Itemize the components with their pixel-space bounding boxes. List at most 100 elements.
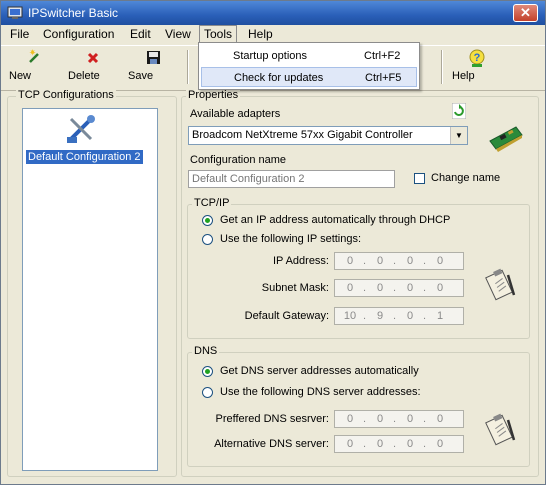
list-item[interactable]: Default Configuration 2 (26, 150, 143, 164)
network-card-icon (489, 126, 523, 152)
configuration-list[interactable]: Default Configuration 2 (22, 108, 158, 471)
check-updates-shortcut: Ctrl+F5 (365, 72, 402, 84)
change-name-checkbox[interactable] (414, 173, 425, 184)
available-adapters-label: Available adapters (190, 108, 281, 120)
static-ip-label: Use the following IP settings: (220, 233, 362, 245)
alternative-dns-field[interactable]: 0 . 0 . 0 . 0 (334, 435, 464, 453)
octet: 0 (436, 255, 444, 267)
tcpip-title: TCP/IP (192, 197, 232, 209)
octet: 0 (346, 413, 354, 425)
configuration-name-field[interactable] (188, 170, 395, 188)
close-button[interactable]: ✕ (513, 4, 538, 22)
app-icon (7, 6, 23, 19)
window-title: IPSwitcher Basic (28, 6, 119, 20)
octet: 0 (436, 438, 444, 450)
octet: 0 (376, 438, 384, 450)
octet-dot: . (423, 255, 427, 267)
app-window: IPSwitcher Basic ✕ File Configuration Ed… (0, 0, 546, 485)
octet: 0 (376, 413, 384, 425)
octet-dot: . (393, 310, 397, 322)
octet: 0 (346, 282, 354, 294)
octet-dot: . (423, 310, 427, 322)
dns-auto-label: Get DNS server addresses automatically (220, 365, 419, 377)
help-button[interactable]: ? Help (452, 48, 502, 88)
octet: 0 (376, 282, 384, 294)
ip-address-field[interactable]: 0 . 0 . 0 . 0 (334, 252, 464, 270)
tools-dropdown-menu: Startup options Ctrl+F2 Check for update… (198, 42, 420, 90)
octet-dot: . (363, 438, 367, 450)
octet: 0 (406, 438, 414, 450)
menu-item-check-for-updates[interactable]: Check for updates Ctrl+F5 (201, 67, 417, 87)
configuration-name-label: Configuration name (190, 154, 287, 166)
octet: 0 (406, 255, 414, 267)
dns-title: DNS (192, 345, 220, 357)
tcp-configurations-title: TCP Configurations (16, 89, 116, 101)
subnet-mask-field[interactable]: 0 . 0 . 0 . 0 (334, 279, 464, 297)
alternative-dns-label: Alternative DNS server: (214, 438, 329, 450)
new-icon (29, 49, 39, 63)
clipboard-pen-icon[interactable] (484, 267, 518, 301)
preferred-dns-label: Preffered DNS sesrver: (215, 413, 329, 425)
preferred-dns-field[interactable]: 0 . 0 . 0 . 0 (334, 410, 464, 428)
octet: 0 (436, 282, 444, 294)
octet-dot: . (363, 310, 367, 322)
octet-dot: . (423, 438, 427, 450)
menu-configuration[interactable]: Configuration (39, 26, 118, 42)
octet-dot: . (363, 255, 367, 267)
toolbar-separator (441, 50, 443, 84)
save-label: Save (128, 70, 154, 82)
octet-dot: . (393, 438, 397, 450)
menu-view[interactable]: View (161, 26, 195, 42)
octet-dot: . (393, 282, 397, 294)
help-label: Help (452, 70, 475, 82)
octet: 0 (406, 413, 414, 425)
menu-bar: File Configuration Edit View Tools Help (1, 25, 545, 43)
save-icon (147, 51, 160, 64)
octet-dot: . (393, 255, 397, 267)
clipboard-pen-icon[interactable] (484, 412, 518, 446)
save-button[interactable]: Save (128, 48, 178, 88)
toolbar-separator (187, 50, 189, 84)
configuration-name-input[interactable] (189, 171, 394, 187)
new-label: New (9, 70, 32, 82)
octet: 9 (376, 310, 384, 322)
octet-dot: . (423, 413, 427, 425)
menu-tools[interactable]: Tools (199, 25, 238, 43)
octet-dot: . (423, 282, 427, 294)
menu-help[interactable]: Help (244, 26, 277, 42)
default-gateway-label: Default Gateway: (244, 310, 329, 322)
menu-edit[interactable]: Edit (126, 26, 155, 42)
subnet-mask-label: Subnet Mask: (261, 282, 329, 294)
octet: 1 (436, 310, 444, 322)
menu-file[interactable]: File (6, 26, 33, 42)
properties-title: Properties (186, 89, 241, 101)
chevron-down-icon[interactable]: ▼ (450, 127, 467, 144)
check-updates-label: Check for updates (234, 72, 324, 84)
default-gateway-field[interactable]: 10 . 9 . 0 . 1 (334, 307, 464, 325)
dhcp-label: Get an IP address automatically through … (220, 214, 451, 226)
octet: 0 (376, 255, 384, 267)
adapter-select[interactable]: Broadcom NetXtreme 57xx Gigabit Controll… (188, 126, 468, 145)
dns-auto-radio[interactable] (202, 366, 213, 377)
refresh-icon[interactable] (452, 103, 466, 119)
octet: 0 (436, 413, 444, 425)
octet: 0 (346, 438, 354, 450)
svg-text:?: ? (474, 52, 481, 64)
startup-options-label: Startup options (233, 50, 307, 62)
adapter-select-value: Broadcom NetXtreme 57xx Gigabit Controll… (192, 129, 413, 141)
octet: 10 (343, 310, 357, 322)
dns-manual-label: Use the following DNS server addresses: (220, 386, 421, 398)
octet-dot: . (393, 413, 397, 425)
menu-item-startup-options[interactable]: Startup options Ctrl+F2 (201, 46, 417, 66)
change-name-label: Change name (431, 172, 501, 184)
static-ip-radio[interactable] (202, 234, 213, 245)
octet: 0 (406, 310, 414, 322)
dhcp-radio[interactable] (202, 215, 213, 226)
delete-button[interactable]: Delete (68, 48, 118, 88)
new-button[interactable]: New (9, 48, 59, 88)
octet-dot: . (363, 413, 367, 425)
octet: 0 (346, 255, 354, 267)
dns-manual-radio[interactable] (202, 387, 213, 398)
delete-label: Delete (68, 70, 100, 82)
title-bar[interactable]: IPSwitcher Basic ✕ (1, 1, 545, 25)
